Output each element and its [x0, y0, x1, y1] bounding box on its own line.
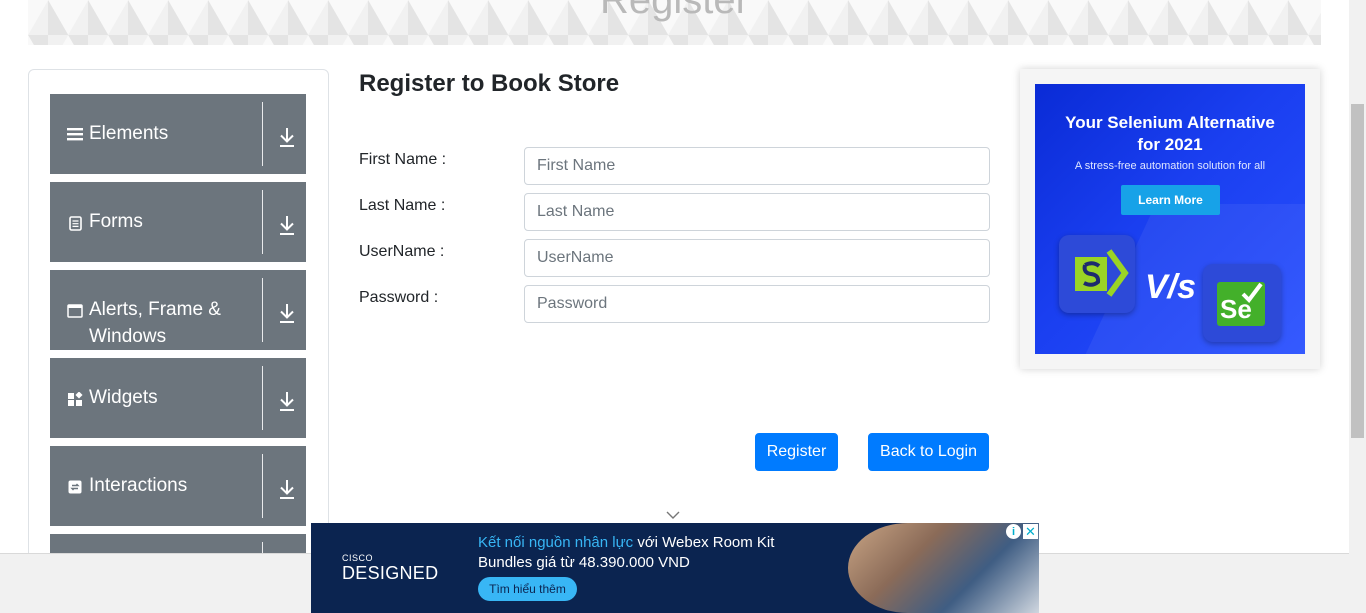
interactions-icon: [67, 479, 83, 495]
header-banner: Register: [28, 0, 1321, 45]
ad-info-icon[interactable]: i: [1006, 524, 1021, 539]
sidebar-group-label: Elements: [89, 123, 169, 144]
sidebar-group-label: Interactions: [89, 475, 188, 496]
widgets-icon: [67, 391, 83, 407]
last-name-label: Last Name :: [359, 197, 446, 214]
side-advertisement[interactable]: Your Selenium Alternative for 2021 A str…: [1020, 69, 1320, 369]
divider: [262, 102, 263, 166]
download-icon[interactable]: [278, 214, 296, 236]
sidebar-group-elements[interactable]: Elements: [50, 94, 306, 174]
divider: [262, 454, 263, 518]
ad-subline: A stress-free automation solution for al…: [1074, 160, 1266, 172]
back-to-login-button[interactable]: Back to Login: [868, 433, 989, 471]
sidebar-group-forms[interactable]: Forms: [50, 182, 306, 262]
download-icon[interactable]: [278, 126, 296, 148]
menu-icon: [67, 126, 83, 142]
sidebar-group-interactions[interactable]: Interactions: [50, 446, 306, 526]
document-icon: [67, 215, 83, 231]
last-name-input[interactable]: [524, 193, 990, 231]
form-title: Register to Book Store: [359, 70, 620, 97]
bottom-ad-text: Kết nối nguồn nhân lực với Webex Room Ki…: [478, 533, 808, 573]
cisco-logo-text: CISCO: [342, 553, 374, 563]
sidebar-group-widgets[interactable]: Widgets: [50, 358, 306, 438]
divider: [262, 190, 263, 254]
page-title: Register: [600, 0, 749, 22]
scrollbar-thumb[interactable]: [1351, 104, 1364, 438]
download-icon[interactable]: [278, 478, 296, 500]
learn-more-vn-button[interactable]: Tìm hiểu thêm: [478, 577, 577, 601]
sidebar-group-label: Alerts, Frame & Windows: [89, 299, 221, 347]
designed-logo-text: DESIGNED: [342, 563, 439, 583]
divider: [262, 366, 263, 430]
ad-headline-line1: Your Selenium Alternative: [1065, 113, 1275, 132]
sidebar: Elements Forms Alerts, Frame & Windows W…: [28, 69, 329, 613]
ad-creative[interactable]: Your Selenium Alternative for 2021 A str…: [1035, 84, 1305, 354]
first-name-label: First Name :: [359, 151, 447, 168]
password-input[interactable]: [524, 285, 990, 323]
register-button[interactable]: Register: [755, 433, 838, 471]
bottom-ad-highlight: Kết nối nguồn nhân lực: [478, 534, 634, 551]
ad-headline-line2: for 2021: [1137, 135, 1203, 154]
divider: [262, 278, 263, 342]
first-name-input[interactable]: [524, 147, 990, 185]
sidebar-group-label: Forms: [89, 211, 143, 232]
ad-close-icon[interactable]: ✕: [1023, 524, 1038, 539]
sidebar-group-label: Widgets: [89, 387, 158, 408]
chevron-down-icon[interactable]: [666, 510, 680, 520]
versus-text: V/s: [1145, 268, 1197, 306]
page: Register Elements Forms Alerts, Frame & …: [0, 0, 1366, 613]
bottom-advertisement[interactable]: CISCO DESIGNED Kết nối nguồn nhân lực vớ…: [311, 523, 1039, 613]
sidebar-group-alerts[interactable]: Alerts, Frame & Windows: [50, 270, 306, 350]
ad-headline: Your Selenium Alternative for 2021: [1035, 112, 1305, 156]
download-icon[interactable]: [278, 390, 296, 412]
katalon-logo-icon: [1059, 235, 1135, 313]
username-input[interactable]: [524, 239, 990, 277]
page-scrollbar[interactable]: [1349, 0, 1366, 613]
selenium-logo-icon: Se: [1203, 264, 1281, 342]
password-label: Password :: [359, 289, 439, 306]
learn-more-button[interactable]: Learn More: [1121, 185, 1220, 215]
window-icon: [67, 303, 83, 319]
download-icon[interactable]: [278, 302, 296, 324]
username-label: UserName :: [359, 243, 445, 260]
